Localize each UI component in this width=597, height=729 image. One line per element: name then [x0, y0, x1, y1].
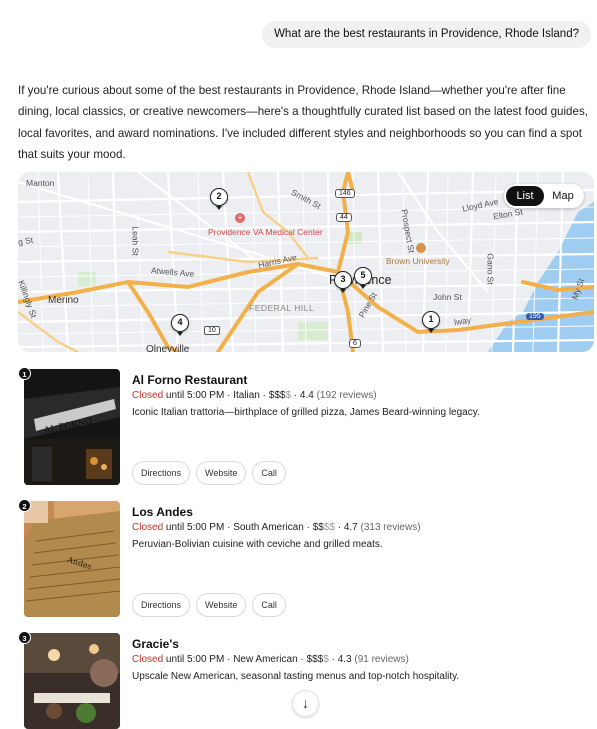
action-buttons: Directions Website Call	[132, 461, 286, 485]
scroll-down-button[interactable]: ↓	[292, 690, 319, 717]
call-button[interactable]: Call	[252, 461, 286, 485]
hours: until 5:00 PM	[165, 390, 225, 401]
cuisine: South American	[233, 522, 304, 533]
review-count[interactable]: (313 reviews)	[361, 522, 421, 533]
list-view-toggle[interactable]: List	[506, 186, 544, 206]
price-level-dim: $$	[323, 522, 335, 533]
restaurant-meta: Closed until 5:00 PM · South American · …	[132, 522, 421, 533]
restaurant-description: Peruvian-Bolivian cuisine with ceviche a…	[132, 539, 383, 550]
hours: until 5:00 PM	[165, 654, 225, 665]
highway-6-shield: 6	[349, 339, 361, 348]
action-buttons: Directions Website Call	[132, 593, 286, 617]
restaurant-card-2[interactable]: 2 Andes Los Andes Closed until 5:00 PM ·…	[18, 499, 594, 621]
gracies-photo	[24, 633, 120, 729]
restaurant-name[interactable]: Los Andes	[132, 505, 193, 519]
open-status: Closed	[132, 522, 164, 533]
rating: 4.4	[299, 390, 314, 401]
los-andes-photo: Andes	[24, 501, 120, 617]
restaurant-photo[interactable]	[24, 633, 120, 729]
restaurant-map[interactable]: Manton Smith St Lloyd Ave Elton St Prosp…	[18, 172, 594, 352]
website-button[interactable]: Website	[196, 461, 247, 485]
cuisine: Italian	[233, 390, 260, 401]
rating: 4.3	[337, 654, 352, 665]
open-status: Closed	[132, 390, 164, 401]
highway-146-shield: 146	[335, 189, 355, 198]
restaurant-photo[interactable]: Andes	[24, 501, 120, 617]
map-label-john-st: John St	[433, 292, 462, 302]
result-number: 1	[18, 367, 31, 380]
map-marker-2[interactable]: 2	[210, 188, 228, 210]
price-level: $$	[312, 522, 324, 533]
call-button[interactable]: Call	[252, 593, 286, 617]
open-status: Closed	[132, 654, 164, 665]
hospital-icon: +	[235, 213, 245, 223]
review-count[interactable]: (192 reviews)	[317, 390, 377, 401]
map-marker-1[interactable]: 1	[422, 311, 440, 333]
map-view-toggle[interactable]: Map	[544, 186, 582, 206]
restaurant-photo[interactable]: AL FORNO	[24, 369, 120, 485]
restaurant-meta: Closed until 5:00 PM · Italian · $$$$ · …	[132, 390, 377, 401]
highway-10-shield: 10	[204, 326, 220, 335]
website-button[interactable]: Website	[196, 593, 247, 617]
map-marker-3[interactable]: 3	[334, 271, 352, 293]
user-message-bubble: What are the best restaurants in Provide…	[262, 21, 591, 48]
restaurant-meta: Closed until 5:00 PM · New American · $$…	[132, 654, 409, 665]
map-label-brown-university: Brown University	[386, 256, 450, 266]
university-icon	[416, 243, 426, 253]
arrow-down-icon: ↓	[302, 695, 309, 711]
price-level-dim: $	[285, 390, 292, 401]
directions-button[interactable]: Directions	[132, 593, 191, 617]
restaurant-card-1[interactable]: 1 AL FORNO Al Forno Restaurant Closed un…	[18, 367, 594, 489]
map-label-g-st: g St	[18, 234, 34, 248]
assistant-intro-text: If you're curious about some of the best…	[18, 84, 588, 161]
al-forno-photo: AL FORNO	[24, 369, 120, 485]
highway-195-shield: 195	[526, 313, 544, 320]
restaurant-description: Iconic Italian trattoria—birthplace of g…	[132, 407, 480, 418]
map-label-va-center: Providence VA Medical Center	[208, 227, 323, 237]
cuisine: New American	[233, 654, 298, 665]
price-level: $$$	[306, 654, 324, 665]
highway-44-shield: 44	[336, 213, 352, 222]
price-level-dim: $	[323, 654, 329, 665]
result-number: 3	[18, 631, 31, 644]
map-label-leah-st: Leah St	[130, 226, 141, 256]
restaurant-name[interactable]: Al Forno Restaurant	[132, 373, 247, 387]
map-marker-4[interactable]: 4	[171, 314, 189, 336]
restaurant-name[interactable]: Gracie's	[132, 637, 179, 651]
list-map-toggle[interactable]: List Map	[504, 184, 584, 208]
price-level: $$$	[268, 390, 286, 401]
map-label-merino: Merino	[48, 295, 79, 306]
map-marker-5[interactable]: 5	[354, 267, 372, 289]
restaurant-description: Upscale New American, seasonal tasting m…	[132, 671, 460, 682]
map-label-gano-st: Gano St	[485, 253, 496, 285]
map-label-olneyville: Olneyville	[146, 344, 190, 352]
rating: 4.7	[343, 522, 358, 533]
directions-button[interactable]: Directions	[132, 461, 191, 485]
result-number: 2	[18, 499, 31, 512]
map-label-federal-hill: FEDERAL HILL	[249, 303, 315, 313]
hours: until 5:00 PM	[165, 522, 225, 533]
map-label-manton: Manton	[26, 178, 55, 188]
review-count[interactable]: (91 reviews)	[354, 654, 408, 665]
